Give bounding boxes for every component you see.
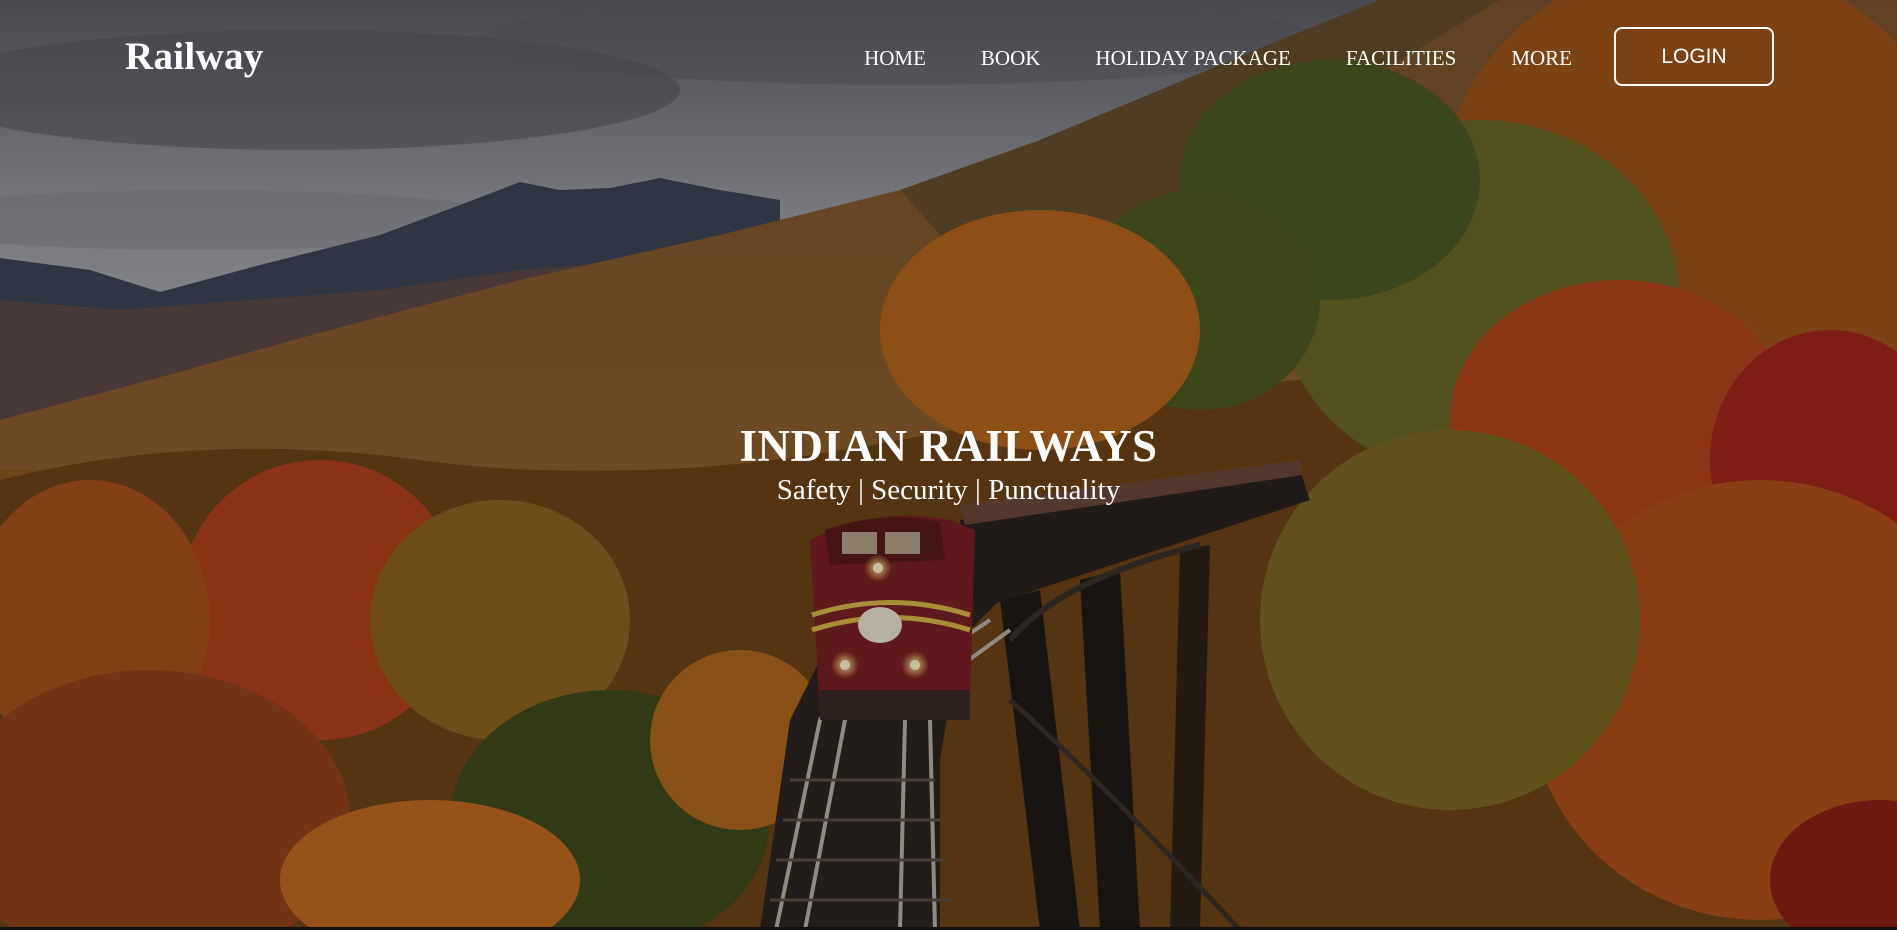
nav-item-more[interactable]: MORE [1511,44,1572,72]
nav-item-facilities[interactable]: FACILITIES [1346,44,1456,72]
nav-item-book[interactable]: BOOK [981,44,1041,72]
hero-tagline: Safety | Security | Punctuality [776,474,1121,506]
hero-section: Railway HOME BOOK HOLIDAY PACKAGE FACILI… [0,0,1897,930]
main-nav: HOME BOOK HOLIDAY PACKAGE FACILITIES MOR… [809,44,1572,72]
top-navigation-bar: Railway HOME BOOK HOLIDAY PACKAGE FACILI… [0,0,1897,115]
hero-title: INDIAN RAILWAYS [739,421,1158,471]
login-button[interactable]: LOGIN [1614,27,1774,86]
nav-item-holiday-package[interactable]: HOLIDAY PACKAGE [1095,44,1290,72]
brand-logo[interactable]: Railway [125,34,264,79]
nav-item-home[interactable]: HOME [864,44,926,72]
